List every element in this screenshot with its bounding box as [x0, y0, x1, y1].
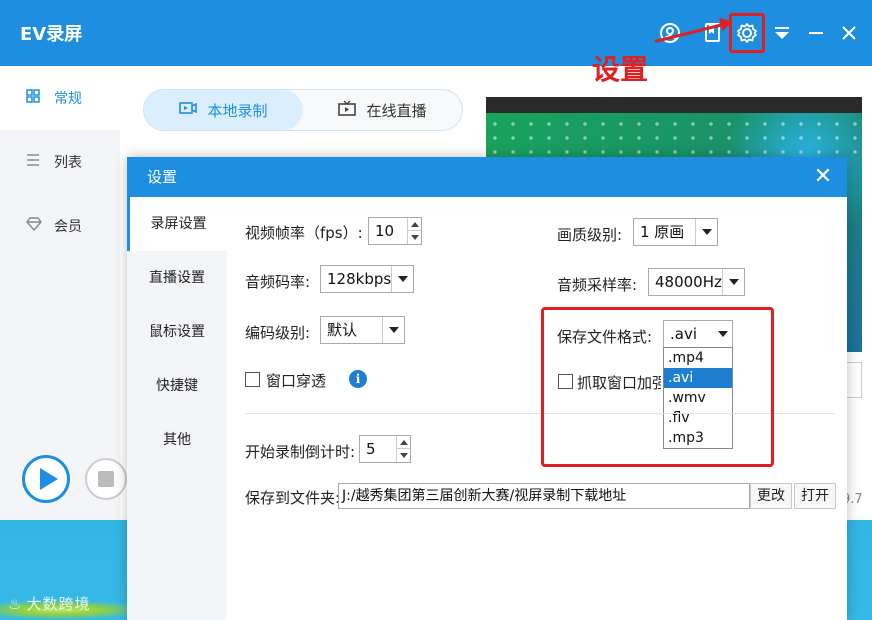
- quality-value: 1 原画: [640, 223, 685, 241]
- annotation-label: 设置: [592, 53, 649, 86]
- chevron-down-icon[interactable]: [722, 269, 744, 295]
- watermark-text: 大数跨境: [26, 595, 91, 613]
- dialog-title: 设置: [127, 157, 847, 197]
- minimize-icon[interactable]: [804, 21, 828, 45]
- quality-select[interactable]: 1 原画: [633, 218, 718, 246]
- fps-value: 10: [375, 222, 395, 240]
- format-highlight-box: [541, 307, 774, 467]
- countdown-label: 开始录制倒计时:: [245, 443, 356, 461]
- tab-label: 在线直播: [366, 101, 427, 120]
- tab-local-record[interactable]: 本地录制: [144, 90, 303, 130]
- change-folder-button[interactable]: 更改: [750, 483, 792, 509]
- dialog-tab-mouse[interactable]: 鼠标设置: [127, 305, 227, 359]
- settings-highlight-box: [729, 13, 765, 53]
- fps-spin[interactable]: [407, 218, 421, 244]
- record-mode-tabs: 本地录制 在线直播: [143, 89, 463, 131]
- app-title: EV录屏: [20, 24, 83, 45]
- encoding-select[interactable]: 默认: [320, 316, 405, 344]
- window-through-label: 窗口穿透: [266, 372, 327, 390]
- dialog-tab-record[interactable]: 录屏设置: [127, 197, 227, 251]
- sidebar-item-label: 常规: [54, 91, 82, 107]
- sidebar: 常规 列表 会员: [0, 66, 120, 520]
- quality-label: 画质级别:: [557, 226, 623, 244]
- watermark: ♨ 大数跨境: [8, 593, 90, 614]
- dropdown-icon[interactable]: [770, 21, 794, 45]
- sample-rate-select[interactable]: 48000Hz: [648, 268, 745, 296]
- chevron-down-icon[interactable]: [695, 219, 717, 245]
- sidebar-item-member[interactable]: 会员: [0, 194, 120, 258]
- countdown-spin[interactable]: [396, 436, 410, 462]
- tab-label: 本地录制: [207, 101, 268, 120]
- dialog-tab-other[interactable]: 其他: [127, 413, 227, 467]
- close-icon[interactable]: [837, 21, 861, 45]
- diamond-icon: [26, 217, 46, 235]
- dialog-tab-live[interactable]: 直播设置: [127, 251, 227, 305]
- chevron-down-icon[interactable]: [382, 317, 404, 343]
- sample-rate-label: 音频采样率:: [557, 276, 638, 294]
- countdown-stepper[interactable]: 5: [359, 435, 411, 463]
- grid-icon: [26, 89, 46, 107]
- dialog-close-icon[interactable]: ✕: [811, 165, 835, 189]
- fps-label: 视频帧率（fps）:: [245, 224, 363, 242]
- audio-bitrate-label: 音频码率:: [245, 273, 311, 291]
- info-icon[interactable]: i: [349, 370, 367, 388]
- preview-desktop-icons: [486, 117, 862, 157]
- sidebar-item-list[interactable]: 列表: [0, 130, 120, 194]
- sidebar-item-label: 会员: [54, 219, 82, 235]
- fps-stepper[interactable]: 10: [368, 217, 422, 245]
- sample-rate-value: 48000Hz: [655, 273, 722, 291]
- countdown-value: 5: [366, 440, 376, 458]
- tv-icon: [338, 100, 357, 120]
- sidebar-item-label: 列表: [54, 155, 82, 171]
- encoding-label: 编码级别:: [245, 324, 311, 342]
- watermark-logo-icon: ♨: [8, 595, 23, 613]
- audio-bitrate-value: 128kbps: [327, 270, 392, 288]
- save-folder-input[interactable]: J:/越秀集团第三届创新大赛/视屏录制下载地址: [338, 483, 750, 509]
- open-folder-button[interactable]: 打开: [794, 483, 836, 509]
- sidebar-item-general[interactable]: 常规: [0, 66, 120, 130]
- encoding-value: 默认: [327, 321, 358, 339]
- stop-record-button[interactable]: [85, 458, 127, 500]
- video-icon: [179, 101, 198, 119]
- dialog-tab-hotkeys[interactable]: 快捷键: [127, 359, 227, 413]
- dialog-sidebar: 录屏设置 直播设置 鼠标设置 快捷键 其他: [127, 197, 227, 620]
- save-folder-label: 保存到文件夹:: [245, 489, 341, 507]
- list-icon: [26, 153, 46, 171]
- tab-online-live[interactable]: 在线直播: [303, 90, 462, 130]
- chevron-down-icon[interactable]: [391, 266, 413, 292]
- audio-bitrate-select[interactable]: 128kbps: [320, 265, 414, 293]
- window-through-checkbox[interactable]: [245, 372, 260, 387]
- start-record-button[interactable]: [22, 455, 70, 503]
